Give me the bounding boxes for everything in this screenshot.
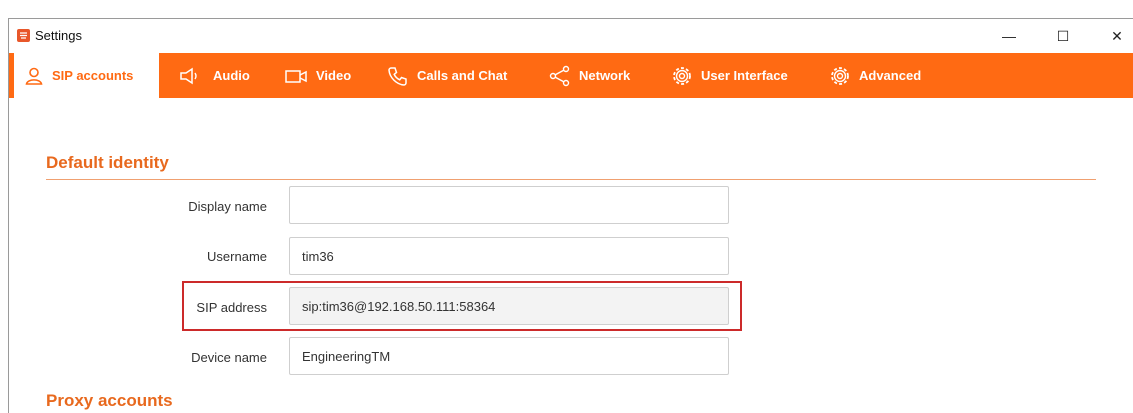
proxy-accounts-heading: Proxy accounts — [46, 391, 173, 410]
tab-network[interactable]: Network — [549, 53, 630, 98]
tab-label: Audio — [213, 68, 250, 83]
gear-icon — [673, 66, 691, 85]
share-icon — [549, 65, 570, 86]
display-name-label: Display name — [188, 199, 267, 214]
settings-window: Settings — ☐ ✕ SIP accounts Audio Video … — [8, 18, 1133, 413]
tab-label: Video — [316, 68, 352, 83]
app-logo-icon — [17, 29, 30, 42]
maximize-icon: ☐ — [1056, 27, 1070, 44]
tab-label: User Interface — [701, 68, 788, 83]
user-icon — [25, 67, 43, 85]
close-icon: ✕ — [1111, 27, 1123, 44]
section-divider — [46, 179, 1096, 180]
tab-user-interface[interactable]: User Interface — [671, 53, 788, 98]
sip-address-highlight — [182, 281, 742, 331]
phone-icon — [388, 66, 407, 86]
device-name-label: Device name — [191, 350, 267, 365]
username-field[interactable] — [289, 237, 729, 275]
speaker-icon — [180, 67, 197, 84]
tab-sip-accounts[interactable]: SIP accounts — [14, 53, 159, 98]
window-title: Settings — [35, 28, 82, 43]
settings-tab-bar: SIP accounts Audio Video Calls and Chat — [9, 53, 1133, 98]
tab-label: Calls and Chat — [417, 68, 508, 83]
tab-audio[interactable]: Audio — [179, 53, 250, 98]
title-bar[interactable]: Settings — ☐ ✕ — [9, 19, 1133, 53]
minimize-icon: — — [1002, 28, 1016, 44]
tab-label: Network — [579, 68, 631, 83]
device-name-field[interactable] — [289, 337, 729, 375]
tab-advanced[interactable]: Advanced — [829, 53, 921, 98]
video-camera-icon — [285, 69, 307, 83]
maximize-button[interactable]: ☐ — [1040, 23, 1086, 49]
minimize-button[interactable]: — — [986, 23, 1032, 49]
display-name-field[interactable] — [289, 186, 729, 224]
username-label: Username — [207, 249, 267, 264]
close-button[interactable]: ✕ — [1094, 23, 1133, 49]
default-identity-heading: Default identity — [46, 153, 169, 172]
tab-calls-and-chat[interactable]: Calls and Chat — [387, 53, 507, 98]
tab-video[interactable]: Video — [284, 53, 351, 98]
tab-label: SIP accounts — [52, 68, 134, 83]
gear-icon — [831, 66, 849, 85]
tab-label: Advanced — [859, 68, 922, 83]
